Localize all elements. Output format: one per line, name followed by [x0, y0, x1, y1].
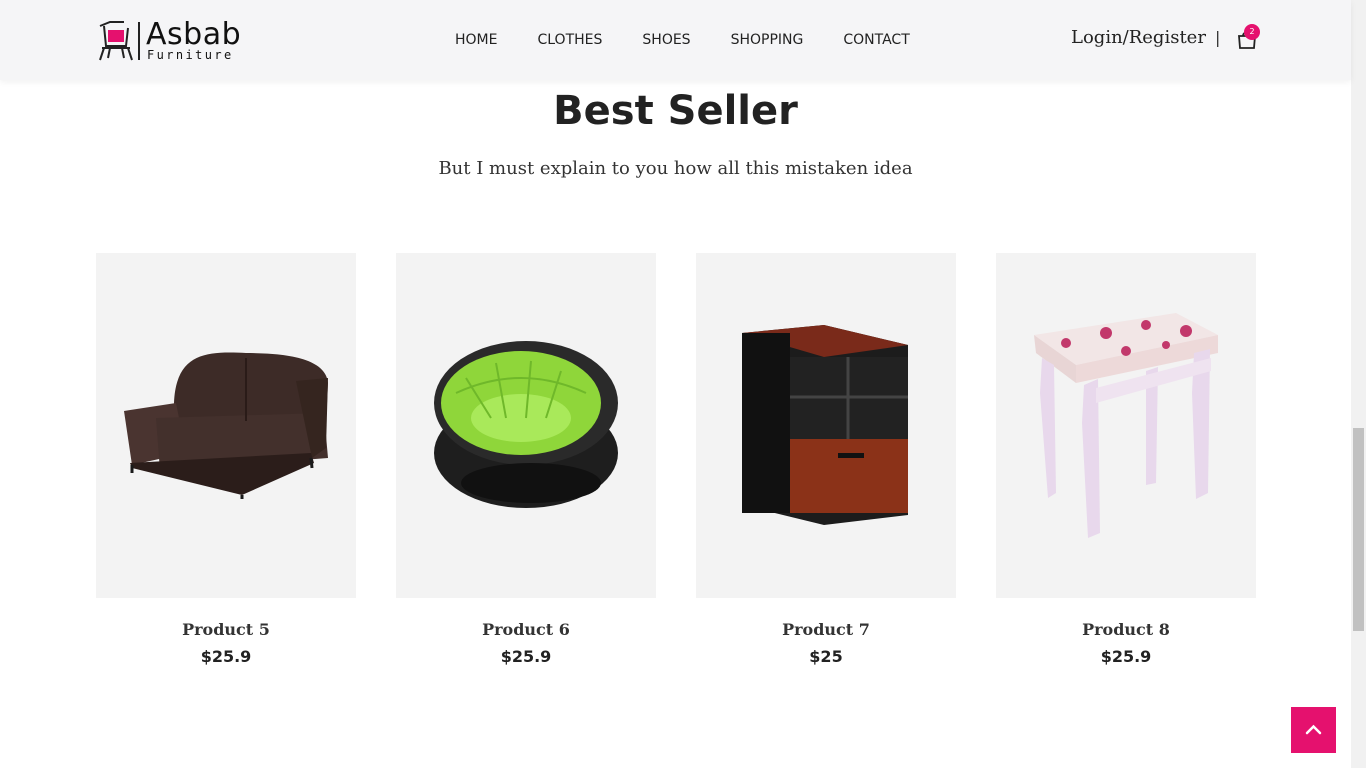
product-price: $25.9 — [200, 647, 252, 666]
product-card[interactable]: Product 7 $25 — [696, 253, 956, 666]
section-title: Best Seller — [553, 88, 798, 134]
leather-loveseat-image — [124, 352, 328, 499]
product-price: $25.9 — [1100, 647, 1152, 666]
chair-logo-icon — [99, 21, 133, 61]
wooden-file-cabinet-image — [742, 325, 908, 525]
nav-home[interactable]: HOME — [455, 31, 497, 49]
back-to-top-button[interactable] — [1291, 707, 1336, 753]
nav-clothes[interactable]: CLOTHES — [537, 31, 602, 49]
floral-vanity-stool-image — [1034, 313, 1218, 538]
brand-logo[interactable]: Asbab Furniture — [96, 18, 246, 62]
site-header: Asbab Furniture HOME CLOTHES SHOES SHOPP… — [0, 0, 1351, 80]
logo-divider — [138, 22, 140, 60]
cart-count-badge: 2 — [1244, 24, 1260, 40]
login-register-link[interactable]: Login/Register — [1071, 27, 1206, 48]
inflatable-green-chair-image — [434, 341, 618, 508]
nav-contact[interactable]: CONTACT — [843, 31, 909, 49]
chevron-up-icon — [1305, 724, 1322, 735]
product-image[interactable] — [96, 253, 356, 598]
product-name[interactable]: Product 8 — [996, 620, 1256, 639]
scrollbar-thumb[interactable] — [1353, 428, 1364, 631]
product-image[interactable] — [396, 253, 656, 598]
product-card[interactable]: Product 5 $25.9 — [96, 253, 356, 666]
nav-shopping[interactable]: SHOPPING — [731, 31, 804, 49]
product-grid: Product 5 $25.9 Product 6 $25.9 Product … — [96, 253, 1256, 683]
nav-shoes[interactable]: SHOES — [642, 31, 690, 49]
product-name[interactable]: Product 5 — [96, 620, 356, 639]
section-subtitle: But I must explain to you how all this m… — [438, 158, 913, 179]
product-image[interactable] — [696, 253, 956, 598]
main-nav: HOME CLOTHES SHOES SHOPPING CONTACT — [455, 31, 910, 49]
product-price: $25 — [809, 647, 843, 666]
product-card[interactable]: Product 8 $25.9 — [996, 253, 1256, 666]
brand-tagline: Furniture — [147, 48, 234, 62]
product-card[interactable]: Product 6 $25.9 — [396, 253, 656, 666]
page-scrollbar[interactable] — [1351, 0, 1366, 768]
header-separator: | — [1215, 28, 1221, 47]
product-name[interactable]: Product 7 — [696, 620, 956, 639]
product-image[interactable] — [996, 253, 1256, 598]
product-name[interactable]: Product 6 — [396, 620, 656, 639]
brand-name: Asbab — [146, 17, 242, 52]
product-price: $25.9 — [500, 647, 552, 666]
